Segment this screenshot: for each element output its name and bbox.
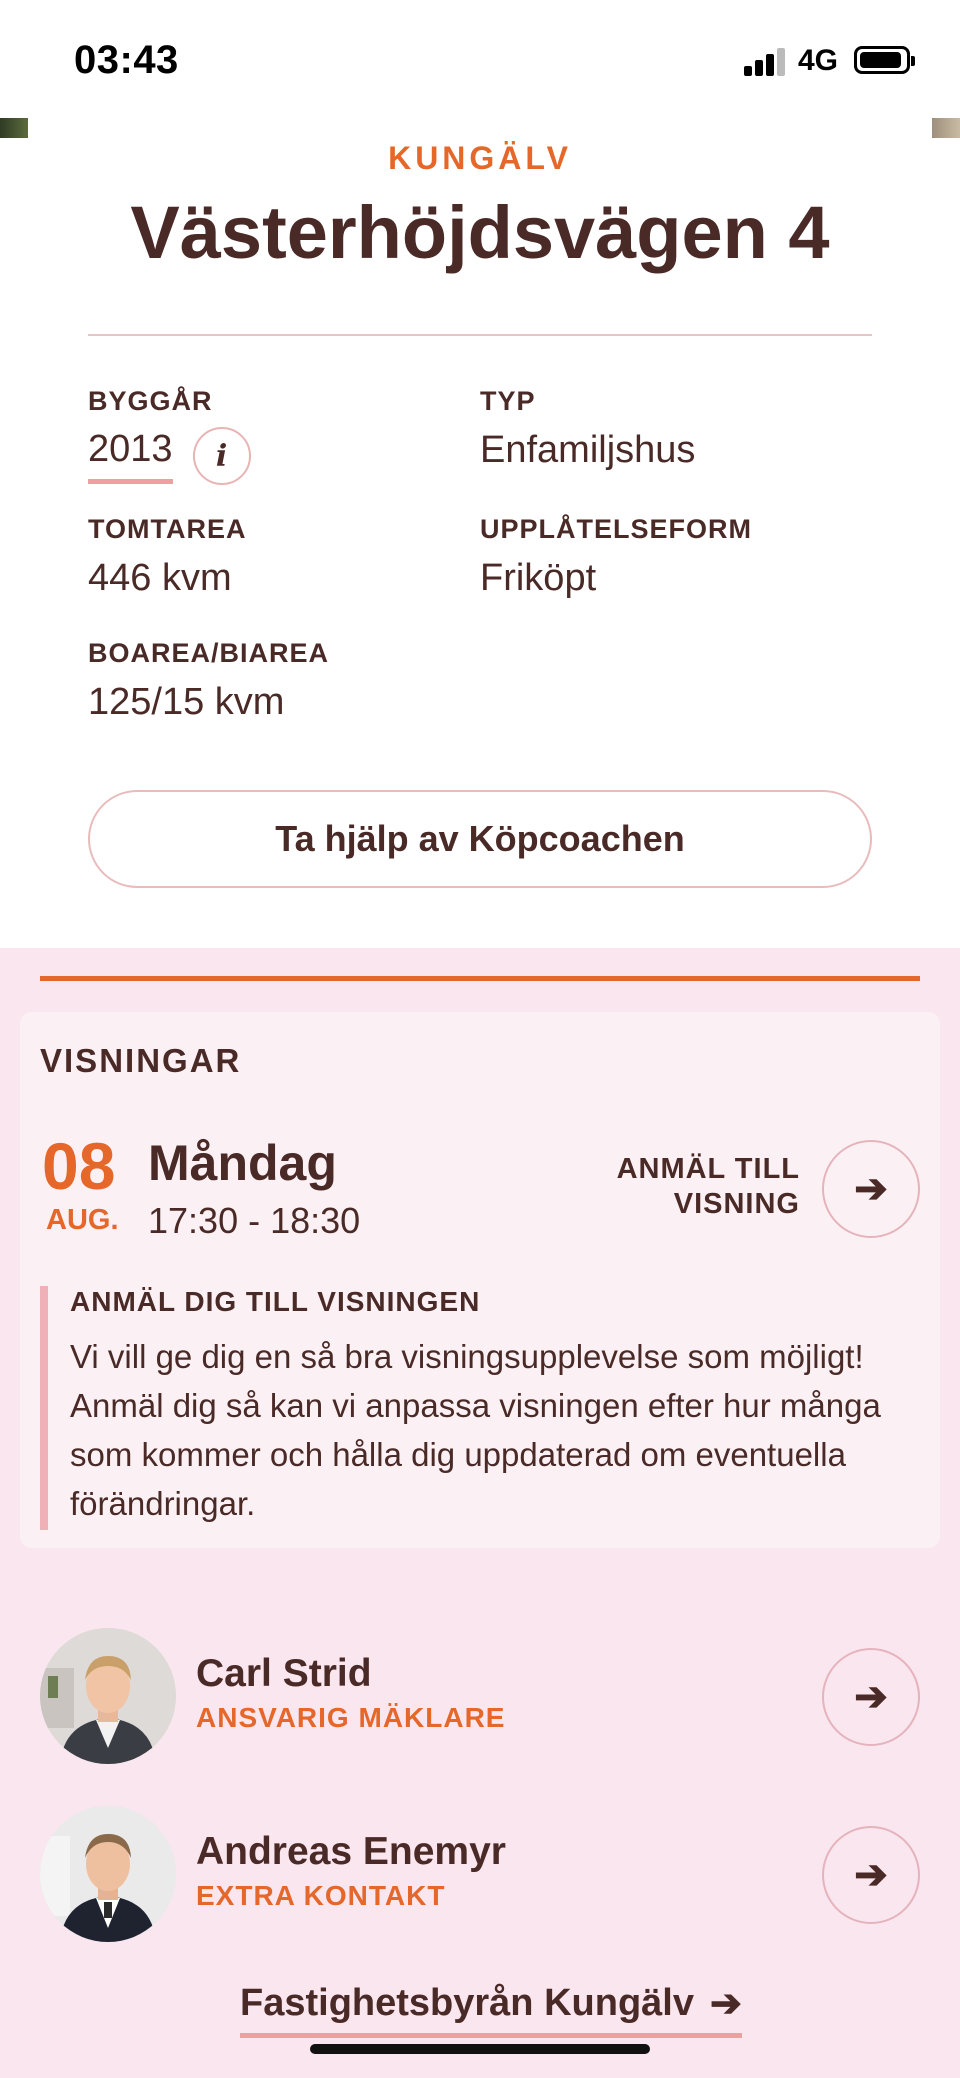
- fact-type: TYP Enfamiljshus: [480, 386, 695, 472]
- showing-date-day: 08: [42, 1129, 116, 1203]
- fact-value: Enfamiljshus: [480, 429, 696, 471]
- listing-city: KUNGÄLV: [388, 140, 572, 176]
- battery-icon: [854, 46, 915, 74]
- office-link[interactable]: Fastighetsbyrån Kungälv ➔: [240, 1980, 742, 2038]
- gallery-image-edge-right[interactable]: [932, 118, 960, 138]
- register-label-line1: ANMÄL TILL: [616, 1153, 800, 1185]
- status-time: 03:43: [74, 38, 179, 82]
- agent-avatar[interactable]: [40, 1806, 176, 1942]
- register-showing-label[interactable]: ANMÄL TILL VISNING: [580, 1152, 800, 1222]
- section-accent-line: [40, 976, 920, 981]
- fact-label: UPPLÅTELSEFORM: [480, 514, 753, 544]
- info-icon[interactable]: i: [192, 427, 251, 485]
- notice-text: Vi vill ge dig en så bra visningsuppleve…: [70, 1338, 881, 1522]
- register-showing-button[interactable]: ➔: [822, 1140, 920, 1238]
- agent-name[interactable]: Carl Strid: [196, 1652, 372, 1696]
- network-type: 4G: [798, 44, 839, 77]
- showing-time-range: 17:30 - 18:30: [148, 1200, 361, 1241]
- fact-build-year: BYGGÅR 2013 i: [88, 386, 251, 485]
- fact-label: TOMTAREA: [88, 514, 247, 544]
- listing-address: Västerhöjdsvägen 4: [130, 191, 830, 274]
- fact-living-area: BOAREA/BIAREA 125/15 kvm: [88, 638, 329, 724]
- arrow-right-icon: ➔: [709, 1983, 742, 2025]
- agent-contact-button[interactable]: ➔: [822, 1648, 920, 1746]
- agent-name[interactable]: Andreas Enemyr: [196, 1830, 506, 1874]
- fact-value: 125/15 kvm: [88, 681, 285, 723]
- build-year-value[interactable]: 2013: [88, 428, 173, 484]
- showing-weekday: Måndag: [148, 1135, 337, 1191]
- arrow-right-icon: ➔: [854, 1675, 888, 1719]
- fact-plot-area: TOMTAREA 446 kvm: [88, 514, 247, 600]
- fact-value: Friköpt: [480, 557, 597, 599]
- register-label-line2: VISNING: [673, 1188, 800, 1220]
- office-link-label: Fastighetsbyrån Kungälv: [240, 1982, 694, 2024]
- fact-label: BYGGÅR: [88, 386, 213, 416]
- showing-notice: ANMÄL DIG TILL VISNINGEN Vi vill ge dig …: [40, 1286, 920, 1530]
- status-bar: 03:43 4G: [0, 0, 960, 118]
- notice-title: ANMÄL DIG TILL VISNINGEN: [70, 1286, 481, 1317]
- fact-value: 446 kvm: [88, 557, 232, 599]
- header-divider: [88, 334, 872, 336]
- fact-label: BOAREA/BIAREA: [88, 638, 330, 668]
- agent-role: ANSVARIG MÄKLARE: [196, 1702, 506, 1733]
- fact-tenure: UPPLÅTELSEFORM Friköpt: [480, 514, 752, 600]
- arrow-right-icon: ➔: [854, 1167, 888, 1211]
- agent-role: EXTRA KONTAKT: [196, 1880, 446, 1911]
- arrow-right-icon: ➔: [854, 1853, 888, 1897]
- showing-date-month: AUG.: [46, 1204, 119, 1236]
- home-indicator[interactable]: [310, 2044, 650, 2054]
- fact-label: TYP: [480, 386, 536, 416]
- gallery-image-edge-left[interactable]: [0, 118, 28, 138]
- showings-title: VISNINGAR: [40, 1042, 242, 1079]
- signal-strength-icon: [744, 48, 788, 76]
- agent-contact-button[interactable]: ➔: [822, 1826, 920, 1924]
- buying-coach-button[interactable]: Ta hjälp av Köpcoachen: [88, 790, 872, 888]
- agent-avatar[interactable]: [40, 1628, 176, 1764]
